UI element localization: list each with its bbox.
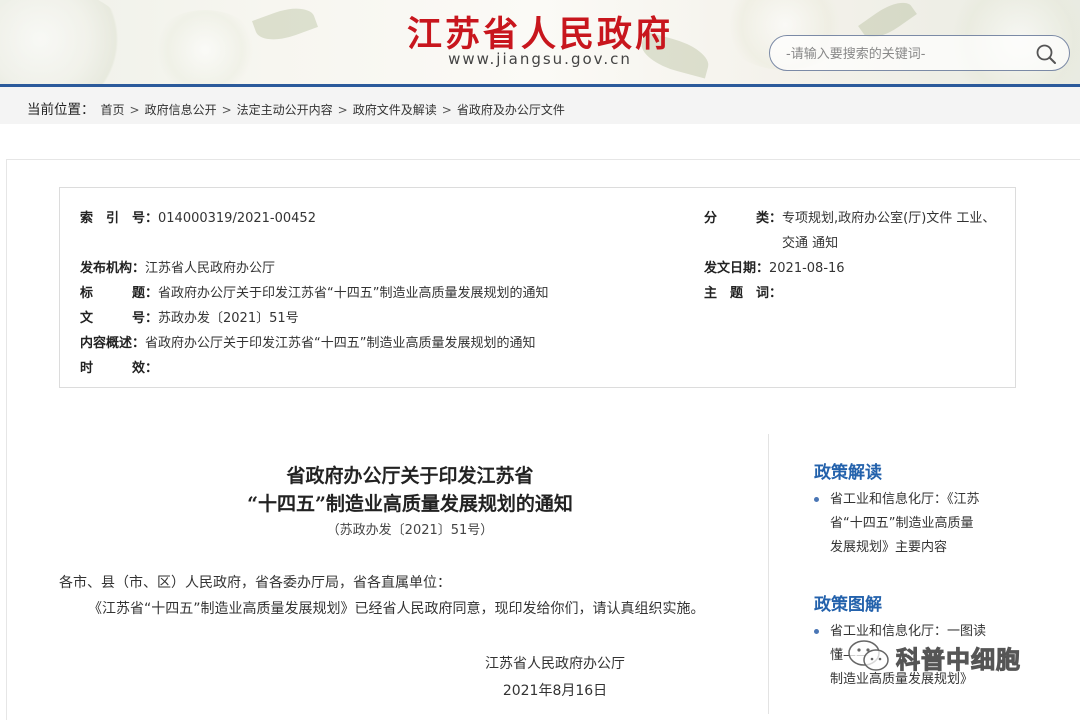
- breadcrumb-separator: >: [221, 103, 232, 117]
- meta-publish-date: 发文日期：2021-08-16: [704, 257, 845, 276]
- article-signature: 江苏省人民政府办公厅: [485, 656, 625, 672]
- article-title-line2: “十四五”制造业高质量发展规划的通知: [247, 493, 573, 515]
- sidebar-link-text: 省“十四五”制造业高质量: [830, 516, 974, 531]
- sidebar-interpretation-link[interactable]: 省工业和信息化厅：《江苏 省“十四五”制造业高质量 发展规划》主要内容: [814, 488, 1014, 560]
- meta-label: 发布机构：: [80, 261, 146, 276]
- breadcrumb-prefix: 当前位置：: [27, 102, 95, 118]
- sidebar-heading-interpretation[interactable]: 政策解读: [814, 458, 882, 483]
- meta-category: 分 类：专项规划,政府办公室(厅)文件 工业、: [704, 207, 995, 226]
- meta-index-no: 索 引 号：014000319/2021-00452: [80, 207, 316, 226]
- meta-value: 2021-08-16: [769, 261, 845, 276]
- meta-title: 标 题：省政府办公厅关于印发江苏省“十四五”制造业高质量发展规划的通知: [80, 282, 549, 301]
- meta-summary: 内容概述：省政府办公厅关于印发江苏省“十四五”制造业高质量发展规划的通知: [80, 332, 536, 351]
- bullet-icon: [814, 629, 819, 634]
- watermark: 科普中细胞: [846, 636, 1046, 676]
- meta-value: 省政府办公厅关于印发江苏省“十四五”制造业高质量发展规划的通知: [145, 336, 536, 351]
- meta-value: 省政府办公厅关于印发江苏省“十四五”制造业高质量发展规划的通知: [158, 286, 549, 301]
- breadcrumb: 当前位置： 首页 > 政府信息公开 > 法定主动公开内容 > 政府文件及解读 > 省政府及办公厅文…: [0, 87, 1080, 124]
- breadcrumb-item-home[interactable]: 首页: [101, 103, 125, 117]
- sidebar-link-text: 发展规划》主要内容: [830, 540, 948, 555]
- wechat-icon: [848, 640, 889, 671]
- article-date: 2021年8月16日: [502, 683, 608, 699]
- sidebar-divider: [768, 434, 769, 714]
- meta-doc-no: 文 号：苏政办发〔2021〕51号: [80, 307, 299, 326]
- breadcrumb-separator: >: [129, 103, 140, 117]
- breadcrumb-item-statutory[interactable]: 法定主动公开内容: [237, 103, 333, 117]
- meta-value: 014000319/2021-00452: [158, 211, 316, 226]
- search-box: [769, 35, 1070, 71]
- bullet-icon: [814, 497, 819, 502]
- meta-validity: 时 效：: [80, 357, 158, 376]
- meta-label: 时 效：: [80, 361, 159, 376]
- meta-label: 分 类：: [704, 211, 783, 226]
- sidebar-heading-diagram[interactable]: 政策图解: [814, 590, 882, 615]
- article-body: 《江苏省“十四五”制造业高质量发展规划》已经省人民政府同意，现印发给你们，请认真…: [88, 601, 705, 617]
- meta-label: 文 号：: [80, 311, 159, 326]
- site-header: 江苏省人民政府 www.jiangsu.gov.cn: [0, 0, 1080, 84]
- watermark-text: 科普中细胞: [896, 646, 1021, 675]
- meta-label: 内容概述：: [80, 336, 146, 351]
- meta-publisher: 发布机构：江苏省人民政府办公厅: [80, 257, 275, 276]
- breadcrumb-item-documents[interactable]: 政府文件及解读: [353, 103, 437, 117]
- breadcrumb-item-gov-info[interactable]: 政府信息公开: [145, 103, 217, 117]
- search-input[interactable]: [784, 43, 1028, 65]
- meta-label: 主 题 词：: [704, 286, 783, 301]
- article-doc-no: （苏政办发〔2021〕51号）: [326, 523, 494, 538]
- article-salutation: 各市、县（市、区）人民政府，省各委办厅局，省各直属单位：: [59, 575, 451, 591]
- sidebar-link-text: 省工业和信息化厅：《江苏: [830, 492, 980, 507]
- meta-category-cont: 交通 通知: [782, 232, 838, 251]
- search-icon[interactable]: [1034, 42, 1058, 66]
- meta-subject: 主 题 词：: [704, 282, 782, 301]
- meta-value: 江苏省人民政府办公厅: [145, 261, 276, 276]
- meta-value: 苏政办发〔2021〕51号: [158, 311, 299, 326]
- meta-value: 专项规划,政府办公室(厅)文件 工业、: [782, 211, 996, 226]
- breadcrumb-separator: >: [337, 103, 348, 117]
- meta-label: 索 引 号：: [80, 211, 159, 226]
- article-title-line1: 省政府办公厅关于印发江苏省: [286, 465, 534, 487]
- meta-label: 发文日期：: [704, 261, 770, 276]
- breadcrumb-item-provincial-docs[interactable]: 省政府及办公厅文件: [457, 103, 565, 117]
- meta-value: 交通 通知: [782, 236, 839, 251]
- breadcrumb-separator: >: [441, 103, 452, 117]
- meta-label: 标 题：: [80, 286, 159, 301]
